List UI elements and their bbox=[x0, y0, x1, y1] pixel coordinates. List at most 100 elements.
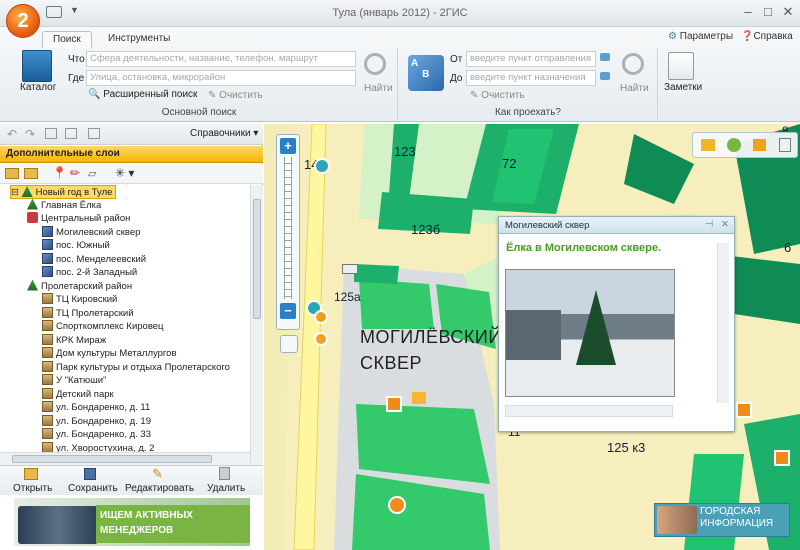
forward-icon[interactable]: ↷ bbox=[25, 127, 35, 141]
poi-icon[interactable] bbox=[314, 310, 328, 324]
save-icon[interactable] bbox=[84, 468, 96, 480]
map-label: 125 к3 bbox=[607, 440, 646, 455]
tree-item[interactable]: КРК Мираж bbox=[42, 333, 106, 348]
zoom-slider[interactable] bbox=[284, 157, 292, 299]
tree-item[interactable]: Детский парк bbox=[42, 387, 114, 402]
route-icon[interactable]: A B bbox=[408, 55, 444, 91]
find-button[interactable]: Найти bbox=[364, 83, 393, 94]
tree-item[interactable]: ТЦ Кировский bbox=[42, 293, 117, 307]
tab-tools[interactable]: Инструменты bbox=[98, 31, 180, 48]
popup-photo[interactable] bbox=[505, 269, 675, 397]
to-pick-icon[interactable] bbox=[600, 72, 610, 80]
tree-item[interactable]: пос. Южный bbox=[42, 239, 110, 253]
scroll-thumb[interactable] bbox=[12, 455, 212, 463]
tree-item[interactable]: Спорткомплекс Кировец bbox=[42, 320, 164, 334]
delete-button[interactable]: Удалить bbox=[207, 483, 245, 494]
tree-item[interactable]: ул. Хворостухина, д. 2 bbox=[42, 441, 154, 452]
tree-item[interactable]: ул. Бондаренко, д. 33 bbox=[42, 428, 151, 442]
popup-header: Могилевский сквер ⊣ ✕ bbox=[499, 217, 734, 234]
tree-item[interactable]: Главная Ёлка bbox=[27, 198, 101, 213]
directories-dropdown[interactable]: Справочники ▾ bbox=[190, 128, 258, 139]
magnifier-icon[interactable] bbox=[280, 335, 298, 353]
tree-item[interactable]: пос. 2-й Западный bbox=[42, 266, 137, 280]
tree-marker-icon[interactable] bbox=[412, 392, 426, 404]
globe-icon[interactable] bbox=[727, 138, 741, 152]
save-button[interactable]: Сохранить bbox=[68, 483, 118, 494]
route-find-button[interactable]: Найти bbox=[620, 83, 649, 94]
building-icon bbox=[42, 293, 53, 304]
close-icon[interactable]: ✕ bbox=[781, 5, 795, 19]
notes-button[interactable]: Заметки bbox=[664, 82, 702, 93]
notes-icon[interactable] bbox=[668, 52, 694, 80]
edit-icon[interactable]: ✎ bbox=[152, 466, 163, 482]
from-input[interactable]: введите пункт отправления bbox=[466, 51, 596, 67]
tree-item[interactable]: ул. Бондаренко, д. 19 bbox=[42, 414, 151, 429]
tree-horizontal-scrollbar[interactable] bbox=[0, 452, 250, 465]
folder-save-icon[interactable] bbox=[24, 168, 38, 179]
tree-vertical-scrollbar[interactable] bbox=[250, 185, 263, 465]
tree-item[interactable]: Могилевский сквер bbox=[42, 225, 140, 240]
bus-stop-icon[interactable] bbox=[314, 158, 330, 174]
open-button[interactable]: Открыть bbox=[13, 483, 52, 494]
minimize-icon[interactable]: – bbox=[741, 5, 755, 19]
parameters-button[interactable]: ⚙ Параметры bbox=[668, 31, 733, 42]
tab-search[interactable]: Поиск bbox=[42, 31, 92, 48]
clear-button[interactable]: ✎ Очистить bbox=[208, 90, 263, 101]
what-input[interactable]: Сфера деятельности, название, телефон, м… bbox=[86, 51, 356, 67]
popup-horizontal-scrollbar[interactable] bbox=[505, 405, 673, 417]
open-icon[interactable] bbox=[24, 468, 38, 480]
pin-icon[interactable]: 📍 bbox=[52, 166, 67, 180]
print-map-icon[interactable] bbox=[779, 138, 791, 152]
poi-icon[interactable] bbox=[386, 396, 402, 412]
tree-item[interactable]: Центральный район bbox=[27, 212, 130, 226]
folder-open-icon[interactable] bbox=[5, 168, 19, 179]
maximize-icon[interactable]: □ bbox=[761, 5, 775, 19]
popup-vertical-scrollbar[interactable] bbox=[717, 243, 729, 403]
popup-title: Ёлка в Могилевском сквере. bbox=[506, 242, 662, 254]
ruler-icon[interactable] bbox=[701, 139, 715, 151]
panel-icon[interactable] bbox=[88, 128, 100, 139]
park-lawn bbox=[359, 279, 434, 329]
poi-icon[interactable] bbox=[314, 332, 328, 346]
pin-popup-icon[interactable]: ⊣ bbox=[705, 219, 713, 230]
from-pick-icon[interactable] bbox=[600, 53, 610, 61]
tree-item[interactable]: Дом культуры Металлургов bbox=[42, 347, 177, 361]
tree-item[interactable]: Парк культуры и отдыха Пролетарского bbox=[42, 360, 230, 375]
window-icon[interactable] bbox=[45, 128, 57, 139]
print-icon[interactable] bbox=[46, 6, 62, 18]
poi-icon[interactable] bbox=[388, 496, 406, 514]
tree-item[interactable]: ⊟ Новый год в Туле bbox=[10, 185, 117, 199]
list-icon[interactable] bbox=[65, 128, 77, 139]
edit-button[interactable]: Редактировать bbox=[125, 483, 194, 494]
route-clear-button[interactable]: ✎ Очистить bbox=[470, 90, 525, 101]
help-button[interactable]: ❓Справка bbox=[741, 31, 793, 42]
search-icon: 🔍 bbox=[88, 89, 101, 100]
close-popup-icon[interactable]: ✕ bbox=[721, 219, 729, 230]
back-icon[interactable]: ↶ bbox=[7, 127, 17, 141]
tree-item[interactable]: ТЦ Пролетарский bbox=[42, 306, 134, 321]
layers-icon[interactable] bbox=[753, 139, 766, 151]
scroll-thumb[interactable] bbox=[253, 199, 261, 319]
tree-item[interactable]: пос. Менделеевский bbox=[42, 252, 146, 267]
search-icon[interactable] bbox=[364, 53, 386, 75]
asterisk-icon[interactable]: ✳ ▾ bbox=[115, 166, 134, 180]
shape-icon[interactable]: ▱ bbox=[88, 167, 96, 180]
zoom-out-icon[interactable]: − bbox=[280, 303, 296, 319]
pencil-icon[interactable]: ✏ bbox=[70, 166, 80, 180]
tree-item[interactable]: Пролетарский район bbox=[27, 279, 132, 294]
tree-item[interactable]: У "Катюши" bbox=[42, 374, 106, 388]
poi-icon[interactable] bbox=[774, 450, 790, 466]
to-input[interactable]: введите пункт назначения bbox=[466, 70, 596, 86]
poi-icon[interactable] bbox=[736, 402, 752, 418]
route-search-icon[interactable] bbox=[622, 53, 644, 75]
tree-item[interactable]: ул. Бондаренко, д. 11 bbox=[42, 401, 150, 415]
where-input[interactable]: Улица, остановка, микрорайон bbox=[86, 70, 356, 86]
zoom-in-icon[interactable]: + bbox=[280, 138, 296, 154]
sign-icon[interactable] bbox=[342, 264, 358, 274]
catalog-button[interactable]: Каталог bbox=[20, 82, 56, 93]
advanced-search-link[interactable]: 🔍 Расширенный поиск bbox=[88, 89, 197, 100]
app-logo[interactable]: 2 bbox=[6, 4, 40, 38]
quick-access-dropdown-icon[interactable]: ▼ bbox=[70, 5, 79, 15]
catalog-icon[interactable] bbox=[22, 50, 52, 82]
delete-icon[interactable] bbox=[219, 467, 230, 480]
